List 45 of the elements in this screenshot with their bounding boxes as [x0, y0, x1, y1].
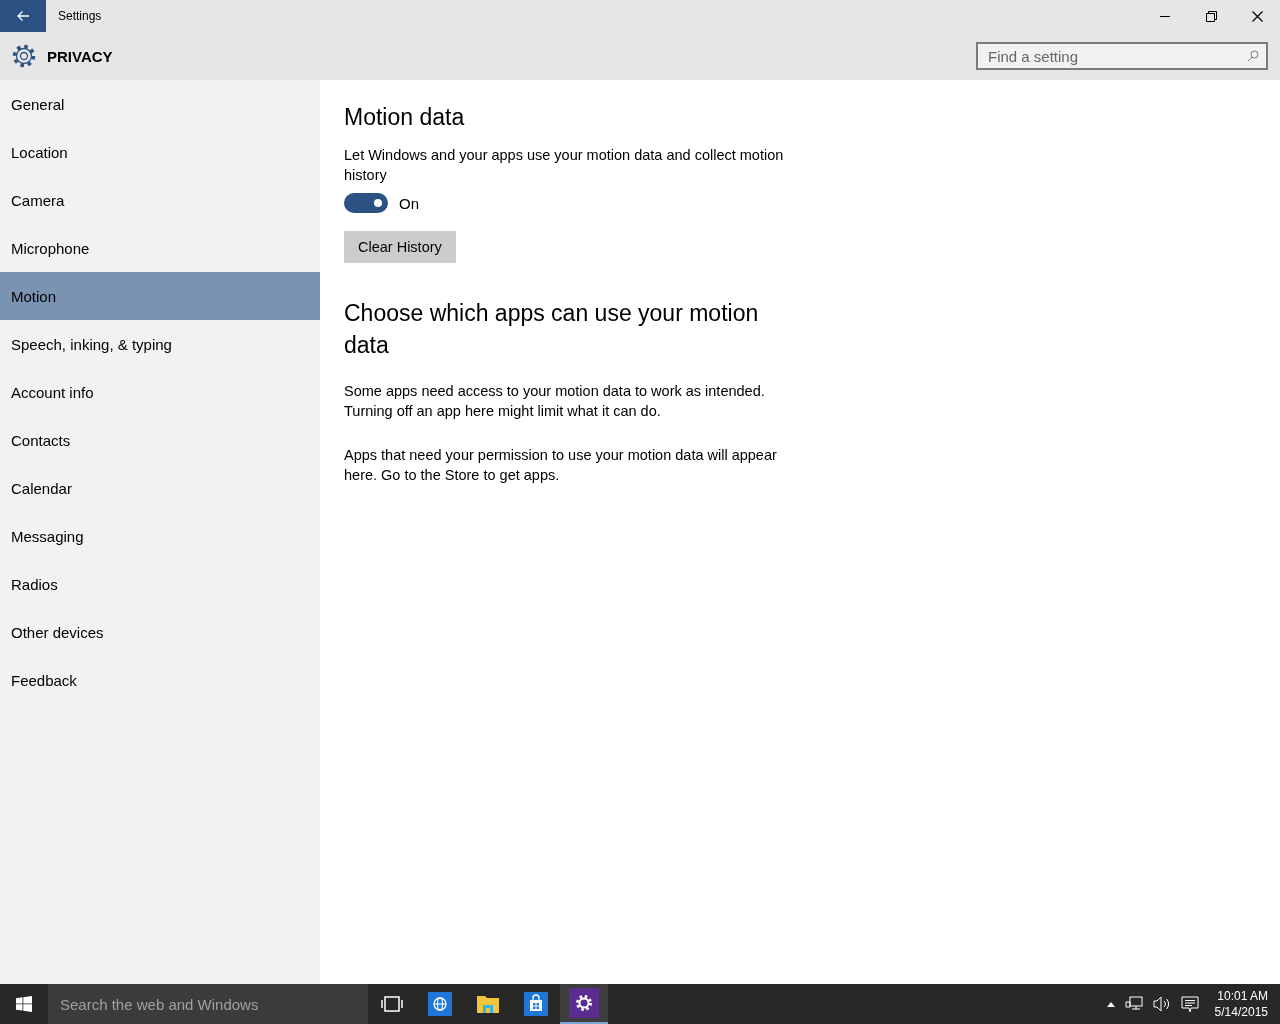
sidebar-item[interactable]: Calendar [0, 464, 320, 512]
toggle-label: On [399, 194, 419, 212]
sidebar-item[interactable]: Camera [0, 176, 320, 224]
sidebar-item[interactable]: Location [0, 128, 320, 176]
clock-date[interactable]: 5/14/2015 [1214, 1004, 1268, 1020]
toggle-switch[interactable] [344, 193, 388, 213]
clear-history-button[interactable]: Clear History [344, 231, 456, 263]
search-icon [1247, 50, 1259, 62]
page-title: PRIVACY [47, 47, 114, 65]
folder-icon [476, 993, 500, 1015]
sidebar-item[interactable]: General [0, 80, 320, 128]
settings-icon [569, 988, 599, 1018]
speaker-icon[interactable] [1152, 996, 1171, 1012]
sidebar-item[interactable]: Feedback [0, 656, 320, 704]
shopping-bag-icon [524, 992, 548, 1016]
close-icon [1251, 10, 1263, 22]
info-text: Apps that need your permission to use your motion data will appear here. Go to the Store to get apps. [344, 446, 778, 485]
task-view-icon [381, 996, 403, 1012]
search-field[interactable]: Find a setting [976, 42, 1268, 70]
sidebar-item[interactable]: Contacts [0, 416, 320, 464]
notification-icon[interactable] [1180, 995, 1199, 1013]
caret-up-icon[interactable] [1106, 1001, 1115, 1007]
taskbar-search-field[interactable]: Search the web and Windows [48, 984, 368, 1024]
taskbar-app-button[interactable] [560, 984, 608, 1024]
windows-logo-icon [16, 996, 32, 1012]
sidebar-item[interactable]: Other devices [0, 608, 320, 656]
section-heading: Motion data [344, 104, 466, 131]
section-heading: Choose which apps can use your motion data [344, 299, 760, 360]
sidebar-item[interactable]: Microphone [0, 224, 320, 272]
sidebar-item[interactable]: Radios [0, 560, 320, 608]
info-text: Some apps need access to your motion data to work as intended. Turning off an app here might limit what it can do. [344, 382, 766, 421]
window-title: Settings [58, 9, 103, 23]
back-arrow-icon [16, 10, 30, 22]
back-button[interactable] [0, 0, 46, 32]
settings-icon [11, 43, 37, 69]
sidebar-item[interactable]: Speech, inking, & typing [0, 320, 320, 368]
network-icon[interactable] [1124, 996, 1143, 1012]
sidebar-item[interactable]: Messaging [0, 512, 320, 560]
minimize-icon [1160, 15, 1170, 17]
globe-icon [428, 992, 452, 1016]
clock-time[interactable]: 10:01 AM [1217, 988, 1268, 1004]
description-text: Let Windows and your apps use your motion data and collect motion history [344, 146, 784, 185]
sidebar-item[interactable]: Motion [0, 272, 320, 320]
restore-icon [1205, 10, 1217, 22]
sidebar-item[interactable]: Account info [0, 368, 320, 416]
